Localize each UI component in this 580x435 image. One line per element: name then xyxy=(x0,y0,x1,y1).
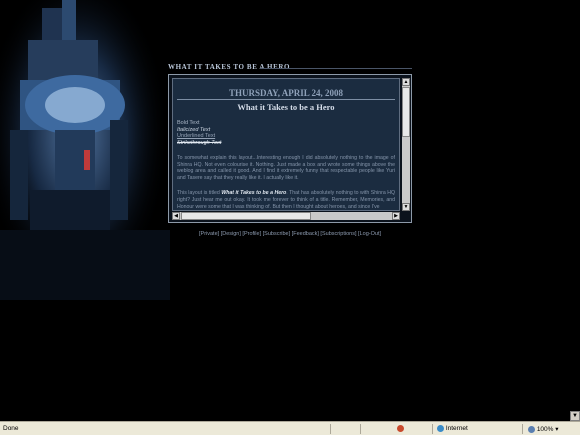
status-divider xyxy=(432,424,433,434)
date-divider xyxy=(177,99,395,100)
header-divider xyxy=(260,68,412,69)
zoom-level: 100% xyxy=(536,426,554,433)
strikethrough-text-sample: Strikethrough Text xyxy=(177,139,222,146)
status-divider xyxy=(360,424,361,434)
para2-prefix: This layout is titled xyxy=(177,190,222,197)
page-scrollbar[interactable]: ▼ xyxy=(570,0,580,421)
post-title: What it Takes to be a Hero xyxy=(237,102,335,112)
status-divider xyxy=(522,424,523,434)
security-zone[interactable]: Internet xyxy=(437,425,468,432)
blog-nav-links: [Private] [Design] [Profile] [Subscribe]… xyxy=(199,231,381,237)
horizontal-scroll-thumb[interactable] xyxy=(181,212,311,220)
post-paragraph-2: This layout is titled What it Takes to b… xyxy=(177,190,395,210)
zone-label: Internet xyxy=(445,425,468,433)
nav-link-design[interactable]: Design xyxy=(222,231,239,237)
down-arrow-icon[interactable]: ▼ xyxy=(402,203,410,211)
up-arrow-icon[interactable]: ▲ xyxy=(402,78,410,86)
nav-link-subscribe[interactable]: Subscribe xyxy=(264,231,288,237)
browser-status-bar: Done Internet 100% ▾ xyxy=(0,421,580,435)
post-paragraph-1: To somewhat explain this layout...Intere… xyxy=(177,155,395,181)
post-date: THURSDAY, APRIL 24, 2008 xyxy=(228,88,344,98)
nav-link-profile[interactable]: Profile xyxy=(244,231,260,237)
status-text: Done xyxy=(3,425,19,432)
blog-content[interactable]: THURSDAY, APRIL 24, 2008 What it Takes t… xyxy=(172,78,400,211)
horizontal-scrollbar[interactable]: ◀ ▶ xyxy=(172,212,400,220)
blog-frame: THURSDAY, APRIL 24, 2008 What it Takes t… xyxy=(168,74,412,223)
magnifier-icon xyxy=(528,425,535,433)
nav-link-subscriptions[interactable]: Subscriptions xyxy=(322,231,355,237)
para2-emphasis: What it Takes to be a Hero xyxy=(221,190,287,197)
blog-header-title: WHAT IT TAKES TO BE A HERO xyxy=(168,63,291,71)
page-scroll-down-icon[interactable]: ▼ xyxy=(570,411,580,421)
status-divider xyxy=(330,424,331,434)
shinra-tower-illustration xyxy=(0,0,170,300)
nav-link-feedback[interactable]: Feedback xyxy=(293,231,317,237)
zoom-control[interactable]: 100% ▾ xyxy=(528,425,559,433)
vertical-scrollbar[interactable]: ▲ ▼ xyxy=(402,78,410,211)
vertical-scroll-thumb[interactable] xyxy=(402,87,410,137)
nav-link-logout[interactable]: Log-Out xyxy=(360,231,380,237)
left-arrow-icon[interactable]: ◀ xyxy=(172,212,180,220)
security-icon xyxy=(397,425,404,432)
right-arrow-icon[interactable]: ▶ xyxy=(392,212,400,220)
nav-link-private[interactable]: Private xyxy=(201,231,218,237)
globe-icon xyxy=(437,425,444,432)
